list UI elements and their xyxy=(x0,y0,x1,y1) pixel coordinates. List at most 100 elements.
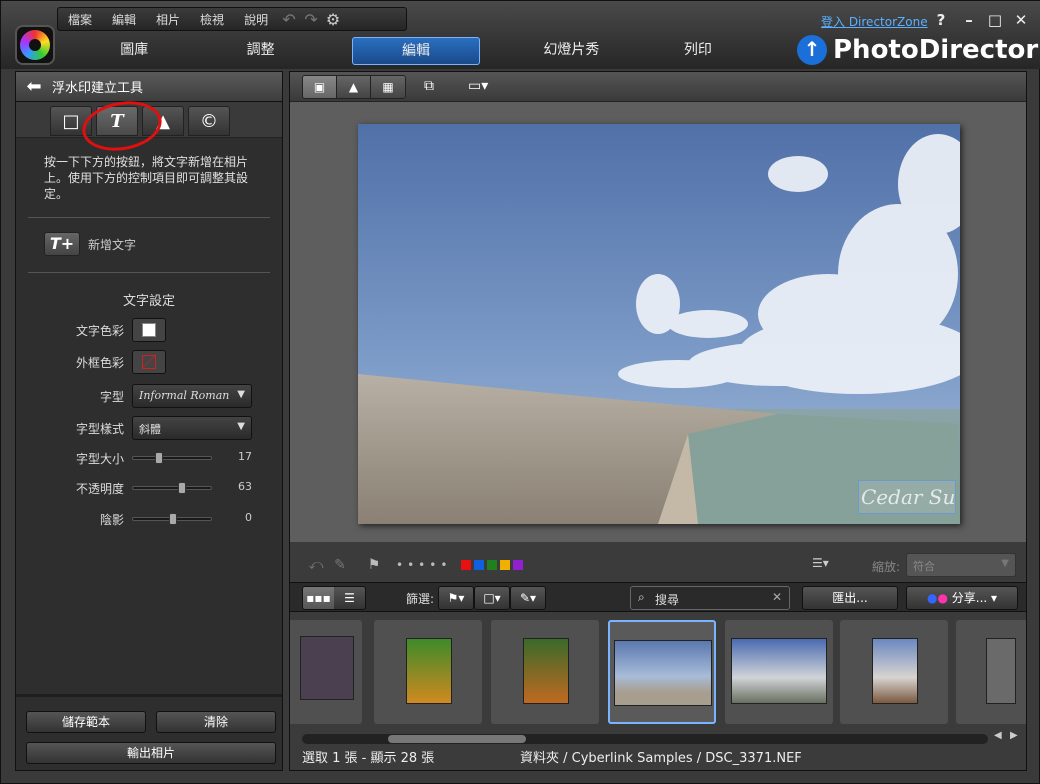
upload-arrow-icon[interactable]: ↑ xyxy=(797,35,827,65)
maximize-button[interactable]: □ xyxy=(985,11,1005,31)
beach-photo xyxy=(358,124,960,524)
thumbnail[interactable] xyxy=(956,620,1026,724)
border-color-swatch xyxy=(142,355,156,369)
undo-icon[interactable]: ↶ xyxy=(278,10,300,29)
export-button[interactable]: 匯出... xyxy=(802,586,898,610)
menu-view[interactable]: 檢視 xyxy=(190,11,234,28)
divider xyxy=(28,217,270,218)
gear-icon[interactable]: ⚙ xyxy=(322,10,344,29)
thumbnail-image xyxy=(614,640,712,706)
file-path: 資料夾 / Cyberlink Samples / DSC_3371.NEF xyxy=(520,751,802,766)
monitor-icon[interactable]: ▭▾ xyxy=(468,78,488,94)
font-select[interactable]: Informal Roman xyxy=(132,384,252,408)
filter-label: 篩選: xyxy=(406,592,435,606)
thumbnail-image xyxy=(872,638,918,704)
redo-icon[interactable]: ↷ xyxy=(300,10,322,29)
fullscreen-icon[interactable]: ⧉ xyxy=(424,78,434,94)
tab-slideshow[interactable]: 幻燈片秀 xyxy=(508,37,634,65)
shadow-row: 陰影 0 xyxy=(16,507,282,531)
label-filter-icon[interactable]: ✎▾ xyxy=(510,586,546,610)
tab-edit[interactable]: 編輯 xyxy=(351,37,481,65)
slider-thumb[interactable] xyxy=(178,482,187,494)
scroll-right-icon[interactable]: ▶ xyxy=(1010,730,1018,741)
menu-edit[interactable]: 編輯 xyxy=(102,11,146,28)
opacity-row: 不透明度 63 xyxy=(16,476,282,500)
editor-area: ▣ ▲ ▦ ⧉ ▭▾ Cedar Su ⤺ ✎ ⚑ ••••• ☰▾ 縮放: 符… xyxy=(289,71,1027,771)
search-input[interactable]: 搜尋 xyxy=(630,586,790,610)
thumbnail-selected[interactable] xyxy=(608,620,716,724)
list-view-icon[interactable]: ☰ xyxy=(334,587,365,609)
thumbnail[interactable] xyxy=(725,620,833,724)
add-text-icon: T+ xyxy=(44,232,80,256)
login-link[interactable]: 登入 DirectorZone xyxy=(821,13,928,30)
clear-button[interactable]: 清除 xyxy=(156,711,276,733)
menu-bar: 檔案 編輯 相片 檢視 說明 ↶ ↷ ⚙ xyxy=(57,7,407,31)
tab-copyright[interactable]: © xyxy=(188,106,230,136)
slider-thumb[interactable] xyxy=(154,452,163,464)
color-label-swatch[interactable] xyxy=(461,560,472,570)
pen-icon[interactable]: ✎ xyxy=(328,557,352,573)
divider xyxy=(28,272,270,273)
scroll-left-icon[interactable]: ◀ xyxy=(994,730,1002,741)
font-row: 字型 Informal Roman xyxy=(16,384,282,408)
compare-view-icon[interactable]: ▣ xyxy=(303,76,337,98)
thumbnail-image xyxy=(300,636,354,700)
zoom-label: 縮放: xyxy=(872,560,901,574)
scroll-thumb[interactable] xyxy=(388,735,526,743)
panel-header: ⬅ 浮水印建立工具 xyxy=(16,72,282,102)
zoom-select[interactable]: 符合 xyxy=(906,553,1016,577)
rating-filter-icon[interactable]: □▾ xyxy=(474,586,510,610)
shadow-slider[interactable] xyxy=(132,513,212,525)
minimize-button[interactable]: – xyxy=(959,11,979,31)
color-label-swatch[interactable] xyxy=(487,560,498,570)
rotate-icon[interactable]: ⤺ xyxy=(304,557,328,573)
shadow-value: 0 xyxy=(245,511,252,524)
search-icon: ⌕ xyxy=(638,590,645,604)
thumbnail-image xyxy=(406,638,452,704)
flag-filter-icon[interactable]: ⚑▾ xyxy=(438,586,474,610)
slider-thumb[interactable] xyxy=(169,513,177,525)
font-size-slider[interactable] xyxy=(132,452,212,464)
photo-preview[interactable]: Cedar Su xyxy=(358,124,960,524)
color-label-swatch[interactable] xyxy=(474,560,485,570)
opacity-value: 63 xyxy=(238,480,252,493)
font-style-select[interactable]: 斜體 xyxy=(132,416,252,440)
strip-view-icon[interactable]: ▪▪▪ xyxy=(303,587,334,609)
tab-library[interactable]: 圖庫 xyxy=(71,37,197,65)
share-button[interactable]: ●● 分享... ▾ xyxy=(906,586,1018,610)
text-color-picker[interactable] xyxy=(132,318,166,342)
thumbnail[interactable] xyxy=(374,620,482,724)
menu-photo[interactable]: 相片 xyxy=(146,11,190,28)
help-button[interactable]: ? xyxy=(931,11,951,31)
opacity-slider[interactable] xyxy=(132,482,212,494)
thumbnail[interactable] xyxy=(491,620,599,724)
filter-bar: ▪▪▪ ☰ 篩選: ⚑▾ □▾ ✎▾ 搜尋 ⌕ ✕ 匯出... ●● 分享...… xyxy=(290,582,1026,612)
color-label-swatch[interactable] xyxy=(500,560,511,570)
app-logo-icon[interactable] xyxy=(15,25,55,65)
flag-icon[interactable]: ⚑ xyxy=(362,557,386,573)
watermark-text-box[interactable]: Cedar Su xyxy=(858,480,956,514)
menu-help[interactable]: 說明 xyxy=(234,11,278,28)
back-arrow-icon[interactable]: ⬅ xyxy=(16,76,52,97)
module-tabs: 圖庫 調整 編輯 幻燈片秀 列印 xyxy=(71,37,761,65)
shadow-label: 陰影 xyxy=(99,513,124,527)
border-color-picker[interactable] xyxy=(132,350,166,374)
rating-dots[interactable]: ••••• xyxy=(396,558,451,572)
thumbnail[interactable] xyxy=(290,620,362,724)
filmstrip-scrollbar[interactable] xyxy=(302,734,988,744)
menu-file[interactable]: 檔案 xyxy=(58,11,102,28)
save-template-button[interactable]: 儲存範本 xyxy=(26,711,146,733)
add-text-button[interactable]: T+ 新增文字 xyxy=(44,232,136,256)
panel-title: 浮水印建立工具 xyxy=(52,81,144,96)
export-photo-button[interactable]: 輸出相片 xyxy=(26,742,276,764)
font-size-value: 17 xyxy=(238,450,252,463)
tab-adjust[interactable]: 調整 xyxy=(197,37,323,65)
clear-search-icon[interactable]: ✕ xyxy=(772,590,782,604)
color-label-swatch[interactable] xyxy=(513,560,524,570)
single-view-icon[interactable]: ▲ xyxy=(337,76,371,98)
thumbnail[interactable] xyxy=(840,620,948,724)
close-button[interactable]: ✕ xyxy=(1011,11,1031,31)
tab-print[interactable]: 列印 xyxy=(635,37,761,65)
grid-view-icon[interactable]: ▦ xyxy=(371,76,405,98)
list-options-icon[interactable]: ☰▾ xyxy=(812,556,829,570)
